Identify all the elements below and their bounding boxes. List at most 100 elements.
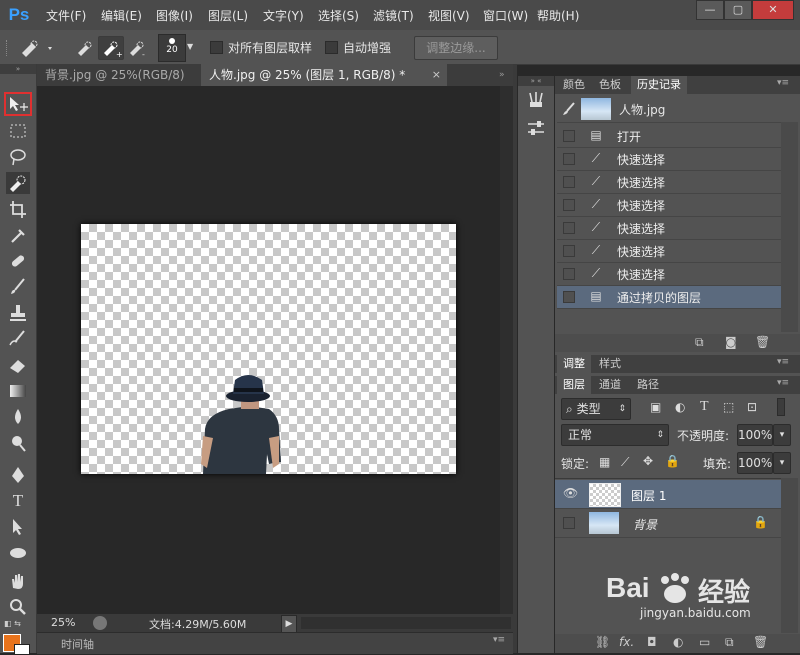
eraser-tool[interactable] [6, 354, 30, 376]
menu-file[interactable]: 文件(F) [46, 7, 86, 24]
tab-adjustments[interactable]: 调整 [557, 355, 591, 373]
sample-all-layers-checkbox[interactable] [210, 41, 223, 54]
menu-image[interactable]: 图像(I) [156, 7, 193, 24]
layer-filter-dropdown[interactable]: ⌕ 类型 ⇕ [561, 398, 631, 420]
history-checkbox[interactable] [563, 222, 575, 234]
refine-edge-button[interactable]: 调整边缘... [414, 36, 498, 60]
panel-menu-icon[interactable]: ▾≡ [493, 635, 505, 645]
zoom-tool[interactable] [6, 596, 30, 618]
opacity-chevron-icon[interactable]: ▾ [773, 424, 791, 446]
layer-row-layer1[interactable]: 👁 图层 1 [555, 480, 781, 509]
gradient-tool[interactable] [6, 380, 30, 402]
tab-styles[interactable]: 样式 [593, 355, 627, 373]
document-canvas[interactable] [81, 224, 456, 474]
play-icon[interactable]: ▶ [281, 615, 297, 633]
path-selection-tool[interactable] [6, 516, 30, 538]
history-checkbox[interactable] [563, 268, 575, 280]
tab-color[interactable]: 颜色 [557, 76, 591, 94]
history-checkbox[interactable] [563, 153, 575, 165]
filter-adjustment-icon[interactable]: ◐ [675, 400, 685, 414]
tab-history[interactable]: 历史记录 [631, 76, 687, 94]
history-item[interactable]: ⟋ 快速选择 [557, 171, 781, 194]
quick-selection-tool[interactable] [6, 172, 30, 194]
panel-menu-icon[interactable]: ▾≡ [777, 357, 789, 367]
toolbar-collapse[interactable]: » [0, 64, 36, 74]
history-checkbox[interactable] [563, 199, 575, 211]
fx-icon[interactable]: fx. [619, 635, 634, 649]
mask-icon[interactable]: ◘ [647, 635, 657, 649]
tab-swatches[interactable]: 色板 [593, 76, 627, 94]
tab-channels[interactable]: 通道 [593, 376, 627, 394]
menu-filter[interactable]: 滤镜(T) [373, 7, 414, 24]
tab-person-jpg[interactable]: 人物.jpg @ 25% (图层 1, RGB/8) * × [201, 64, 447, 86]
menu-window[interactable]: 窗口(W) [483, 7, 528, 24]
tab-paths[interactable]: 路径 [631, 376, 665, 394]
trash-icon[interactable]: 🗑 [753, 635, 768, 649]
tab-background-jpg[interactable]: 背景.jpg @ 25%(RGB/8) [37, 64, 199, 86]
minimize-button[interactable]: — [696, 0, 724, 20]
ellipse-tool[interactable] [6, 542, 30, 564]
history-item-selected[interactable]: ▤ 通过拷贝的图层 [557, 286, 781, 309]
healing-brush-tool[interactable] [6, 250, 30, 272]
background-color-swatch[interactable] [14, 644, 30, 655]
blur-tool[interactable] [6, 406, 30, 428]
filter-smart-object-icon[interactable]: ⊡ [747, 400, 757, 414]
menu-type[interactable]: 文字(Y) [263, 7, 304, 24]
zoom-level[interactable]: 25% [51, 616, 75, 629]
filter-shape-icon[interactable]: ⬚ [723, 400, 734, 414]
history-checkbox[interactable] [563, 130, 575, 142]
type-tool[interactable]: T [6, 490, 30, 512]
lasso-tool[interactable] [6, 146, 30, 168]
close-icon[interactable]: × [432, 64, 441, 86]
panel-menu-icon[interactable]: ▾≡ [777, 78, 789, 88]
history-item[interactable]: ⟋ 快速选择 [557, 217, 781, 240]
history-brush-tool[interactable] [6, 328, 30, 350]
maximize-button[interactable]: ▢ [724, 0, 752, 20]
history-item[interactable]: ▤ 打开 [557, 125, 781, 148]
brush-presets-button[interactable] [526, 90, 546, 110]
history-checkbox[interactable] [563, 245, 575, 257]
lock-brush-icon[interactable]: ⟋ [621, 455, 629, 470]
history-item[interactable]: ⟋ 快速选择 [557, 194, 781, 217]
tool-presets-button[interactable] [526, 118, 546, 138]
lock-all-icon[interactable]: 🔒 [665, 454, 680, 468]
filter-type-icon[interactable]: T [700, 399, 709, 415]
new-layer-icon[interactable]: ⧉ [725, 635, 734, 650]
layer-name[interactable]: 图层 1 [631, 487, 666, 504]
clone-stamp-tool[interactable] [6, 302, 30, 324]
menu-select[interactable]: 选择(S) [318, 7, 359, 24]
tab-layers[interactable]: 图层 [557, 376, 591, 394]
adjustment-layer-icon[interactable]: ◐ [673, 635, 683, 649]
add-to-selection-button[interactable]: + [98, 36, 124, 60]
move-tool[interactable] [4, 92, 32, 116]
crop-tool[interactable] [6, 198, 30, 220]
status-share-icon[interactable] [93, 616, 107, 630]
dodge-tool[interactable] [6, 432, 30, 454]
history-snapshot[interactable]: 人物.jpg [557, 96, 781, 123]
history-scrollbar[interactable] [781, 122, 798, 332]
lock-icon[interactable]: 🔒 [753, 515, 768, 529]
opacity-input[interactable]: 100% [737, 424, 773, 446]
fill-input[interactable]: 100% [737, 452, 773, 474]
layer-name[interactable]: 背景 [633, 516, 657, 533]
panel-menu-icon[interactable]: ▾≡ [777, 378, 789, 388]
pen-tool[interactable] [6, 464, 30, 486]
tool-preset-picker[interactable] [18, 37, 58, 59]
menu-edit[interactable]: 编辑(E) [101, 7, 142, 24]
layer-row-background[interactable]: 背景 🔒 [555, 509, 781, 538]
camera-icon[interactable]: ◙ [725, 335, 737, 349]
new-document-icon[interactable]: ⧉ [695, 335, 704, 350]
close-button[interactable]: ✕ [752, 0, 794, 20]
tabs-overflow-icon[interactable]: » [499, 64, 505, 86]
new-selection-button[interactable] [72, 36, 98, 60]
menu-help[interactable]: 帮助(H) [537, 7, 579, 24]
history-checkbox[interactable] [563, 291, 575, 303]
link-icon[interactable]: ⛓ [595, 635, 610, 649]
menu-layer[interactable]: 图层(L) [208, 7, 248, 24]
menu-view[interactable]: 视图(V) [428, 7, 470, 24]
hand-tool[interactable] [6, 570, 30, 592]
filter-pixel-icon[interactable]: ▣ [650, 400, 661, 414]
chevron-down-icon[interactable]: ▼ [187, 42, 193, 51]
swap-colors-icon[interactable]: ◧ ⇆ [4, 619, 30, 629]
history-item[interactable]: ⟋ 快速选择 [557, 240, 781, 263]
